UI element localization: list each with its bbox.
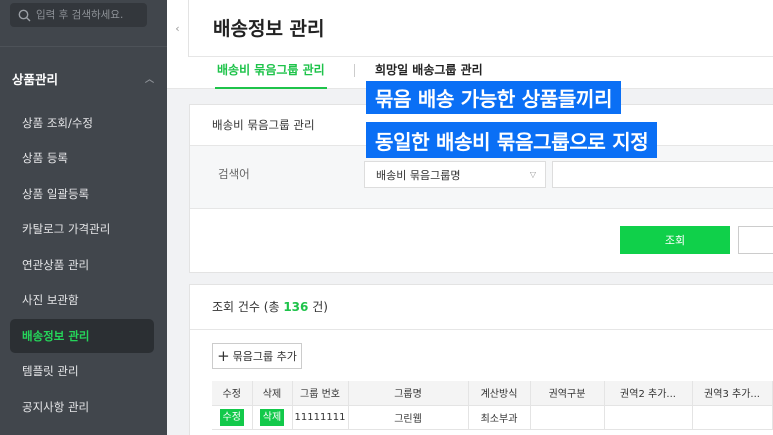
column-header: 권역구분 — [530, 381, 605, 406]
add-group-button[interactable]: + 묶음그룹 추가 — [212, 343, 302, 369]
sidebar-item-product-search[interactable]: 상품 조회/수정 — [10, 106, 154, 140]
sidebar-item-notice[interactable]: 공지사항 관리 — [10, 390, 154, 424]
search-icon — [18, 9, 31, 21]
chevron-left-icon: ‹ — [175, 22, 180, 35]
search-label: 검색어 — [218, 167, 250, 181]
result-card: 조회 건수 (총 136 건) + 묶음그룹 추가 수정 삭제 그룹 번호 그룹… — [189, 284, 773, 435]
search-keyword-input[interactable] — [552, 161, 773, 188]
table-cell: 그린웹 — [348, 405, 469, 430]
sidebar-item-related-products[interactable]: 연관상품 관리 — [10, 248, 154, 282]
table-cell — [604, 405, 693, 430]
tab-divider — [354, 64, 355, 77]
sidebar-item-label: 상품 조회/수정 — [22, 116, 94, 130]
sidebar-section-product[interactable]: 상품관리 ︿ — [12, 68, 157, 88]
reset-button[interactable] — [738, 226, 773, 254]
result-count-suffix: 건) — [308, 300, 328, 314]
chevron-up-icon: ︿ — [144, 74, 154, 85]
tab-label: 배송비 묶음그룹 관리 — [217, 63, 325, 77]
select-value: 배송비 묶음그룹명 — [376, 168, 461, 182]
tab-label: 희망일 배송그룹 관리 — [375, 63, 483, 77]
sidebar-item-shipping-info[interactable]: 배송정보 관리 — [10, 319, 154, 353]
column-header: 권역3 추가... — [692, 381, 773, 406]
search-type-select[interactable]: 배송비 묶음그룹명 ▽ — [364, 161, 546, 188]
sidebar-item-label: 연관상품 관리 — [22, 258, 90, 272]
column-header: 계산방식 — [468, 381, 531, 406]
edit-button[interactable]: 수정 — [219, 408, 244, 426]
sidebar-search-input[interactable] — [36, 9, 141, 21]
sidebar-item-label: 공지사항 관리 — [22, 400, 90, 414]
group-table: 수정 삭제 그룹 번호 그룹명 계산방식 권역구분 권역2 추가... 권역3 … — [212, 381, 773, 430]
page-title: 배송정보 관리 — [213, 18, 325, 40]
sidebar-item-template[interactable]: 템플릿 관리 — [10, 354, 154, 388]
caption-callout-2: 동일한 배송비 묶음그룹으로 지정 — [366, 122, 658, 158]
page-header: 배송정보 관리 — [189, 0, 773, 57]
caption-callout-1: 묶음 배송 가능한 상품들끼리 — [366, 81, 622, 114]
column-header: 그룹 번호 — [292, 381, 349, 406]
column-header: 그룹명 — [348, 381, 469, 406]
search-button[interactable]: 조회 — [620, 226, 730, 254]
sidebar-collapse-button[interactable]: ‹ — [167, 0, 189, 57]
column-header: 권역2 추가... — [604, 381, 693, 406]
column-header: 삭제 — [252, 381, 293, 406]
sidebar-item-photo-storage[interactable]: 사진 보관함 — [10, 283, 154, 317]
table-cell: 수정 — [212, 405, 253, 430]
divider — [190, 208, 773, 209]
sidebar-item-catalog-price[interactable]: 카탈로그 가격관리 — [10, 212, 154, 246]
table-row: 수정 삭제 11111111 그린웹 최소부과 — [212, 405, 773, 430]
result-count-number: 136 — [283, 300, 309, 314]
sidebar-item-bulk-register[interactable]: 상품 일괄등록 — [10, 177, 154, 211]
sidebar-item-label: 배송정보 관리 — [22, 329, 90, 343]
sidebar-item-product-register[interactable]: 상품 등록 — [10, 141, 154, 175]
result-count-prefix: 조회 건수 (총 — [212, 300, 284, 314]
table-cell: 최소부과 — [468, 405, 531, 430]
sidebar-item-label: 상품 일괄등록 — [22, 187, 90, 201]
add-group-label: 묶음그룹 추가 — [232, 350, 297, 363]
sidebar-item-label: 상품 등록 — [22, 151, 68, 165]
sidebar-section-label: 상품관리 — [12, 71, 59, 87]
sidebar-item-label: 사진 보관함 — [22, 293, 79, 307]
sidebar: 상품관리 ︿ 상품 조회/수정 상품 등록 상품 일괄등록 카탈로그 가격관리 … — [0, 0, 167, 435]
sidebar-item-label: 템플릿 관리 — [22, 364, 79, 378]
result-count: 조회 건수 (총 136 건) — [212, 298, 328, 315]
divider — [190, 329, 773, 330]
plus-icon: + — [217, 346, 230, 365]
sidebar-divider — [0, 46, 167, 47]
table-cell: 11111111 — [292, 405, 349, 430]
column-header: 수정 — [212, 381, 253, 406]
table-cell — [530, 405, 605, 430]
tab-shipping-group[interactable]: 배송비 묶음그룹 관리 — [215, 61, 327, 89]
card-title: 배송비 묶음그룹 관리 — [212, 118, 315, 132]
delete-button[interactable]: 삭제 — [259, 408, 285, 426]
chevron-down-icon: ▽ — [529, 170, 536, 179]
sidebar-item-label: 카탈로그 가격관리 — [22, 222, 111, 236]
table-header-row: 수정 삭제 그룹 번호 그룹명 계산방식 권역구분 권역2 추가... 권역3 … — [212, 381, 773, 406]
sidebar-search[interactable] — [10, 3, 147, 27]
table-cell: 삭제 — [252, 405, 293, 430]
table-cell — [692, 405, 773, 430]
